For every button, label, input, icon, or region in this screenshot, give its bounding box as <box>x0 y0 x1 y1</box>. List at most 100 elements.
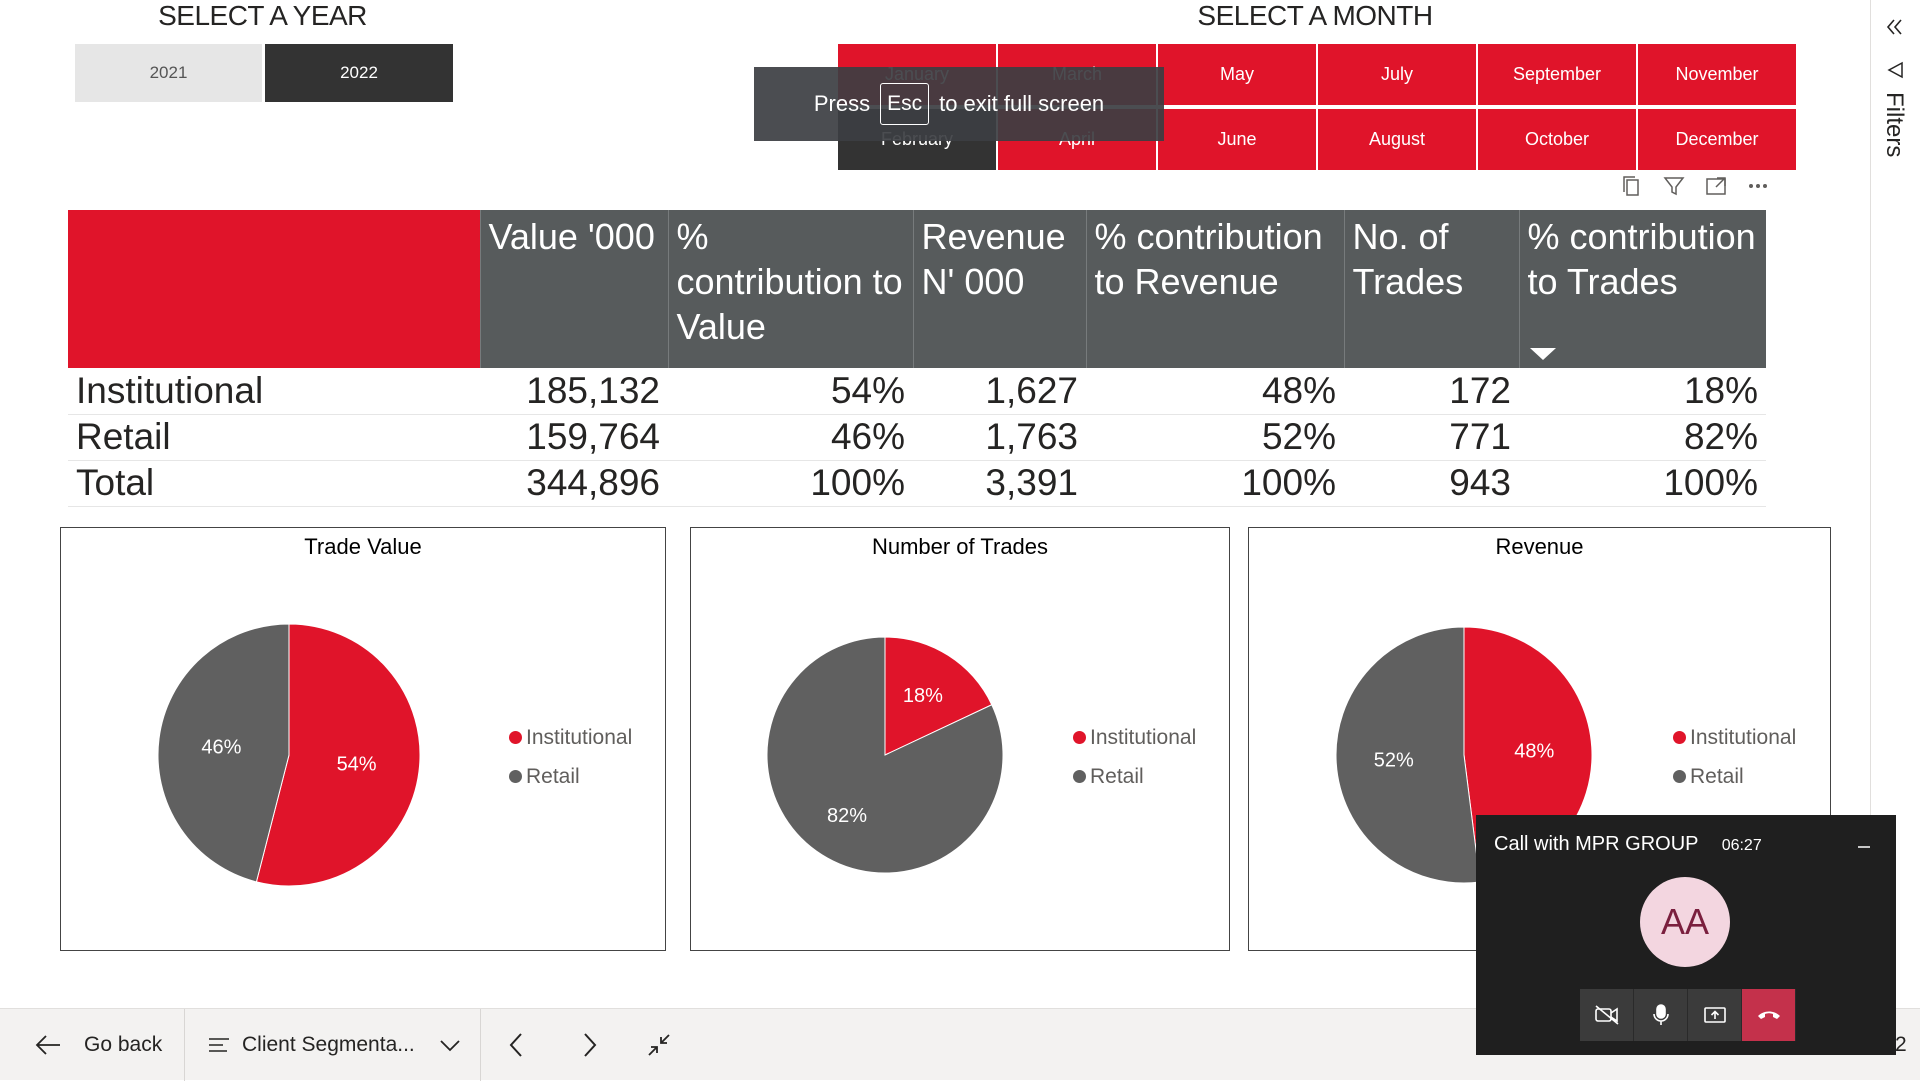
cell-revenue: 1,627 <box>913 368 1086 415</box>
matrix-header-row: Value '000 % contribution to Value Reven… <box>68 210 1766 368</box>
month-button-october[interactable]: October <box>1478 109 1636 170</box>
legend-item-institutional[interactable]: Institutional <box>1673 718 1796 757</box>
minimize-icon[interactable] <box>1856 835 1872 856</box>
month-selector-heading: SELECT A MONTH <box>1197 0 1433 31</box>
previous-page-button[interactable] <box>508 1009 524 1081</box>
call-duration: 06:27 <box>1721 837 1762 854</box>
legend-item-retail[interactable]: Retail <box>509 757 632 796</box>
cell-pct-value: 100% <box>668 460 913 507</box>
hang-up-icon <box>1757 1011 1780 1019</box>
cell-revenue: 1,763 <box>913 414 1086 461</box>
column-header-pct-trades[interactable]: % contribution to Trades <box>1518 210 1766 368</box>
column-header-pct-value[interactable]: % contribution to Value <box>667 210 913 368</box>
focus-mode-icon[interactable] <box>1704 174 1728 204</box>
cell-pct-revenue: 52% <box>1086 414 1344 461</box>
microphone-button[interactable] <box>1634 989 1688 1041</box>
cell-revenue: 3,391 <box>913 460 1086 507</box>
year-button-2021[interactable]: 2021 <box>75 44 262 102</box>
table-row: Retail 159,764 46% 1,763 52% 771 82% <box>68 414 1766 461</box>
trade-value-chart[interactable]: Trade Value 54% 46% Institutional Retail <box>60 527 666 951</box>
esc-key-badge: Esc <box>880 83 930 125</box>
collapse-chevrons-icon[interactable] <box>1883 16 1905 43</box>
column-header-revenue[interactable]: Revenue N' 000 <box>912 210 1086 368</box>
toast-text-after: to exit full screen <box>939 91 1105 116</box>
row-label: Total <box>68 460 480 507</box>
share-screen-icon <box>1703 1007 1726 1023</box>
chevron-left-icon <box>509 1033 522 1057</box>
legend-label: Retail <box>1690 764 1744 788</box>
column-header-value[interactable]: Value '000 <box>479 210 668 368</box>
call-name: Call with MPR GROUP <box>1494 833 1699 855</box>
more-options-icon[interactable] <box>1746 174 1770 204</box>
filter-icon[interactable] <box>1662 174 1686 204</box>
legend-item-institutional[interactable]: Institutional <box>1073 718 1196 757</box>
cell-pct-trades: 82% <box>1519 414 1766 461</box>
chart-legend: Institutional Retail <box>1673 718 1796 796</box>
page-name-label: Client Segmenta... <box>242 1033 415 1056</box>
legend-label: Institutional <box>1690 725 1797 749</box>
call-window[interactable]: Call with MPR GROUP 06:27 AA <box>1476 815 1896 1055</box>
camera-off-button[interactable] <box>1580 989 1634 1041</box>
cell-value: 344,896 <box>480 460 668 507</box>
cell-trades: 771 <box>1344 414 1519 461</box>
cell-value: 159,764 <box>480 414 668 461</box>
month-button-may[interactable]: May <box>1158 44 1316 105</box>
chart-legend: Institutional Retail <box>509 718 632 796</box>
table-row-total: Total 344,896 100% 3,391 100% 943 100% <box>68 460 1766 507</box>
legend-dot-icon <box>509 731 522 744</box>
arrow-left-icon <box>35 1035 60 1055</box>
cell-trades: 943 <box>1344 460 1519 507</box>
row-label: Institutional <box>68 368 480 415</box>
call-controls <box>1580 989 1796 1041</box>
month-button-august[interactable]: August <box>1318 109 1476 170</box>
go-back-button[interactable]: Go back <box>34 1009 162 1081</box>
divider <box>480 1009 481 1081</box>
cell-value: 185,132 <box>480 368 668 415</box>
cell-pct-revenue: 48% <box>1086 368 1344 415</box>
month-button-july[interactable]: July <box>1318 44 1476 105</box>
fullscreen-exit-toast: Press Esc to exit full screen <box>754 67 1164 141</box>
legend-item-retail[interactable]: Retail <box>1673 757 1796 796</box>
page-list-icon <box>209 1038 229 1052</box>
month-button-december[interactable]: December <box>1638 109 1796 170</box>
pie-data-label: 82% <box>827 805 867 827</box>
table-row: Institutional 185,132 54% 1,627 48% 172 … <box>68 368 1766 415</box>
pie-data-label: 46% <box>201 736 241 758</box>
column-header-trades[interactable]: No. of Trades <box>1343 210 1519 368</box>
matrix-corner-cell <box>68 210 480 368</box>
pie-data-label: 48% <box>1514 741 1554 763</box>
cell-pct-trades: 100% <box>1519 460 1766 507</box>
visual-header-icons <box>1620 174 1770 204</box>
month-button-september[interactable]: September <box>1478 44 1636 105</box>
legend-label: Retail <box>526 764 580 788</box>
legend-label: Institutional <box>526 725 633 749</box>
number-of-trades-chart[interactable]: Number of Trades 18% 82% Institutional Re… <box>690 527 1230 951</box>
camera-off-icon <box>1594 1005 1619 1025</box>
share-screen-button[interactable] <box>1688 989 1742 1041</box>
month-button-june[interactable]: June <box>1158 109 1316 170</box>
year-button-2022[interactable]: 2022 <box>265 44 453 102</box>
hang-up-button[interactable] <box>1742 989 1796 1041</box>
filter-funnel-icon[interactable] <box>1885 60 1905 85</box>
page-number-fragment: 2 <box>1895 1033 1907 1056</box>
cell-pct-value: 54% <box>668 368 913 415</box>
segmentation-matrix: Value '000 % contribution to Value Reven… <box>68 210 1766 507</box>
next-page-button[interactable] <box>582 1009 598 1081</box>
page-selector-dropdown[interactable]: Client Segmenta... <box>208 1009 461 1081</box>
exit-full-screen-button[interactable] <box>646 1009 672 1081</box>
copy-icon[interactable] <box>1620 174 1644 204</box>
cell-pct-trades: 18% <box>1519 368 1766 415</box>
legend-item-retail[interactable]: Retail <box>1073 757 1196 796</box>
cell-pct-value: 46% <box>668 414 913 461</box>
call-title: Call with MPR GROUP 06:27 <box>1494 833 1762 856</box>
column-header-pct-trades-label: % contribution to Trades <box>1527 216 1756 302</box>
microphone-icon <box>1652 1004 1669 1025</box>
year-selector-heading: SELECT A YEAR <box>158 0 367 31</box>
month-button-november[interactable]: November <box>1638 44 1796 105</box>
legend-item-institutional[interactable]: Institutional <box>509 718 632 757</box>
cell-pct-revenue: 100% <box>1086 460 1344 507</box>
column-header-pct-revenue[interactable]: % contribution to Revenue <box>1085 210 1344 368</box>
legend-dot-icon <box>1673 770 1686 783</box>
filters-pane-label[interactable]: Filters <box>1880 92 1908 157</box>
collapse-arrows-icon <box>648 1034 670 1056</box>
